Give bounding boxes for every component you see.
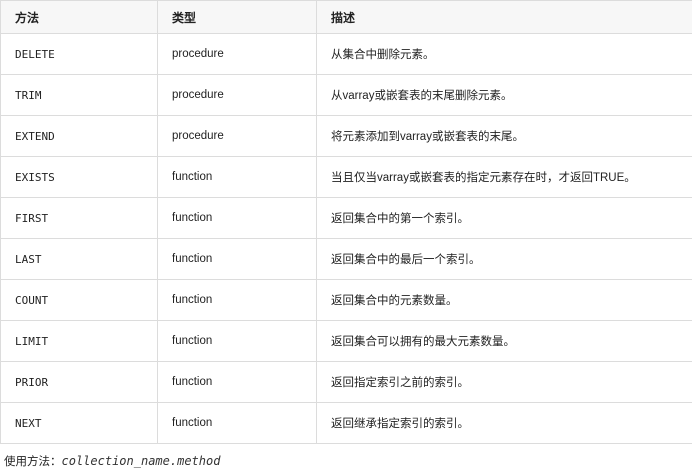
- description-cell: 返回继承指定索引的索引。: [316, 402, 692, 444]
- method-cell: PRIOR: [0, 361, 158, 403]
- method-cell: FIRST: [0, 197, 158, 239]
- table-row: TRIM procedure 从varray或嵌套表的末尾删除元素。: [0, 74, 692, 116]
- type-cell: procedure: [157, 33, 317, 75]
- method-cell: LAST: [0, 238, 158, 280]
- table-row: COUNT function 返回集合中的元素数量。: [0, 279, 692, 321]
- collection-methods-table: 方法 类型 描述 DELETE procedure 从集合中删除元素。 TRIM…: [0, 0, 692, 444]
- table-row: NEXT function 返回继承指定索引的索引。: [0, 402, 692, 444]
- table-row: EXTEND procedure 将元素添加到varray或嵌套表的末尾。: [0, 115, 692, 157]
- header-type: 类型: [157, 0, 317, 34]
- method-cell: COUNT: [0, 279, 158, 321]
- table-row: LIMIT function 返回集合可以拥有的最大元素数量。: [0, 320, 692, 362]
- method-cell: EXTEND: [0, 115, 158, 157]
- table-row: EXISTS function 当且仅当varray或嵌套表的指定元素存在时，才…: [0, 156, 692, 198]
- type-cell: procedure: [157, 74, 317, 116]
- usage-line: 使用方法：collection_name.method: [4, 453, 220, 469]
- method-cell: TRIM: [0, 74, 158, 116]
- description-cell: 返回指定索引之前的索引。: [316, 361, 692, 403]
- description-cell: 将元素添加到varray或嵌套表的末尾。: [316, 115, 692, 157]
- document-page: 方法 类型 描述 DELETE procedure 从集合中删除元素。 TRIM…: [0, 0, 692, 472]
- type-cell: function: [157, 197, 317, 239]
- header-method: 方法: [0, 0, 158, 34]
- type-cell: function: [157, 279, 317, 321]
- method-cell: EXISTS: [0, 156, 158, 198]
- description-cell: 从varray或嵌套表的末尾删除元素。: [316, 74, 692, 116]
- table-row: FIRST function 返回集合中的第一个索引。: [0, 197, 692, 239]
- method-cell: LIMIT: [0, 320, 158, 362]
- description-cell: 返回集合中的最后一个索引。: [316, 238, 692, 280]
- type-cell: function: [157, 402, 317, 444]
- type-cell: function: [157, 361, 317, 403]
- description-cell: 从集合中删除元素。: [316, 33, 692, 75]
- type-cell: function: [157, 320, 317, 362]
- description-cell: 当且仅当varray或嵌套表的指定元素存在时，才返回TRUE。: [316, 156, 692, 198]
- description-cell: 返回集合中的元素数量。: [316, 279, 692, 321]
- usage-label: 使用方法：: [4, 456, 62, 468]
- table-row: DELETE procedure 从集合中删除元素。: [0, 33, 692, 75]
- description-cell: 返回集合可以拥有的最大元素数量。: [316, 320, 692, 362]
- table-row: PRIOR function 返回指定索引之前的索引。: [0, 361, 692, 403]
- type-cell: function: [157, 156, 317, 198]
- type-cell: procedure: [157, 115, 317, 157]
- table-row: LAST function 返回集合中的最后一个索引。: [0, 238, 692, 280]
- table-header-row: 方法 类型 描述: [0, 0, 692, 34]
- method-cell: DELETE: [0, 33, 158, 75]
- header-description: 描述: [316, 0, 692, 34]
- method-cell: NEXT: [0, 402, 158, 444]
- usage-code: collection_name.method: [61, 454, 221, 468]
- description-cell: 返回集合中的第一个索引。: [316, 197, 692, 239]
- type-cell: function: [157, 238, 317, 280]
